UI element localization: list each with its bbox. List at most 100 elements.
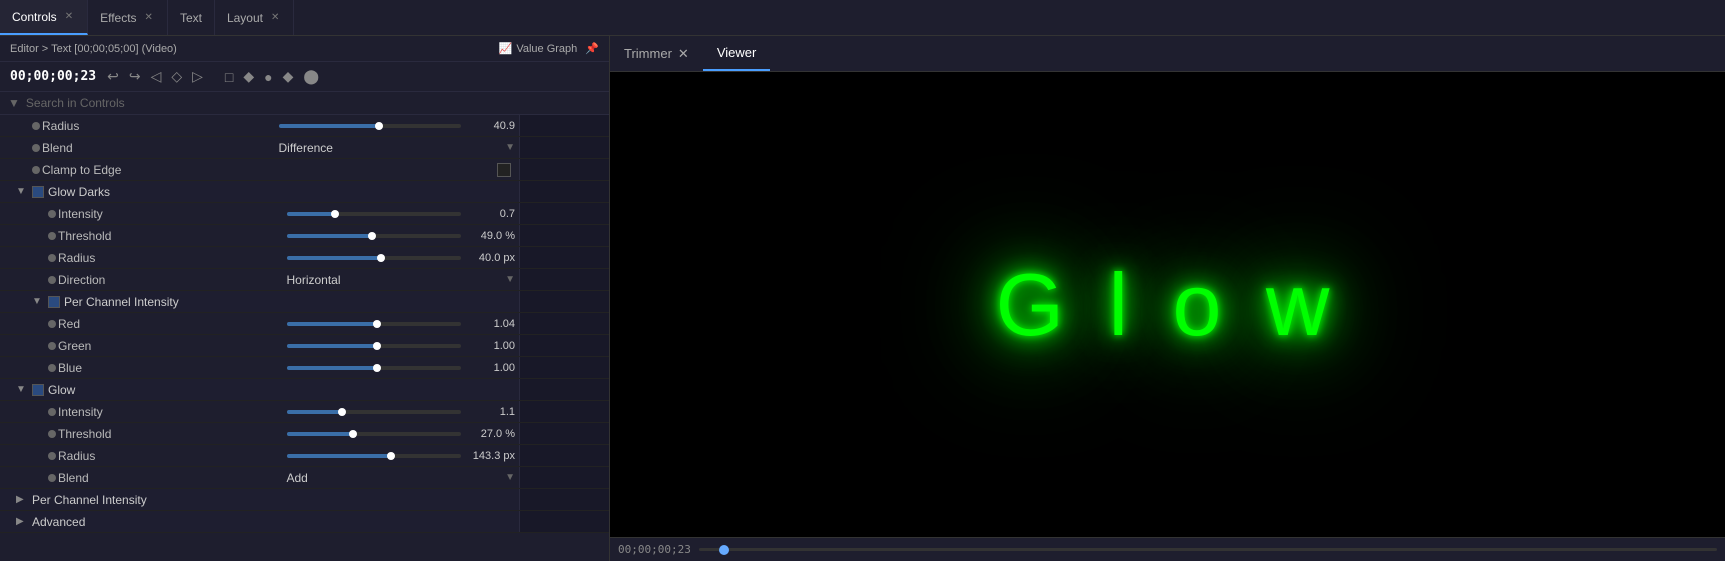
- keyframe-11[interactable]: [48, 364, 56, 372]
- trimmer-tab[interactable]: Trimmer ✕: [610, 36, 703, 71]
- group-toggle-17[interactable]: ▶: [16, 494, 28, 505]
- param-value-13[interactable]: 1.1: [465, 406, 515, 418]
- tab-layout[interactable]: Layout ✕: [215, 0, 294, 35]
- undo-icon[interactable]: ↩: [104, 66, 122, 87]
- next-keyframe-icon[interactable]: ▷: [189, 66, 206, 87]
- slider-container-10: 1.00: [287, 340, 520, 352]
- param-value-5[interactable]: 49.0 %: [465, 230, 515, 242]
- keyframe-9[interactable]: [48, 320, 56, 328]
- tab-effects-close[interactable]: ✕: [143, 10, 155, 25]
- viewer-progress-bar[interactable]: [699, 548, 1717, 551]
- keyframe-0[interactable]: [32, 122, 40, 130]
- group-toggle-18[interactable]: ▶: [16, 516, 28, 527]
- group-toggle-8[interactable]: ▼: [32, 296, 44, 307]
- group-collapsed-17[interactable]: ▶ Per Channel Intensity: [0, 489, 609, 511]
- slider-thumb-14[interactable]: [349, 430, 357, 438]
- keyframe-6[interactable]: [48, 254, 56, 262]
- group-checkbox-3[interactable]: [32, 186, 44, 198]
- group-header-3[interactable]: ▼ Glow Darks: [0, 181, 609, 203]
- diamond3-icon[interactable]: ◆: [280, 66, 297, 87]
- slider-thumb-4[interactable]: [331, 210, 339, 218]
- slider-container-6: 40.0 px: [287, 252, 520, 264]
- slider-track-4[interactable]: [287, 212, 462, 216]
- slider-container-4: 0.7: [287, 208, 520, 220]
- circle-icon[interactable]: ●: [261, 67, 275, 87]
- dropdown-row-7: Direction Horizontal ▼: [0, 269, 609, 291]
- timecode-display[interactable]: 00;00;00;23: [10, 69, 96, 84]
- slider-thumb-13[interactable]: [338, 408, 346, 416]
- slider-track-15[interactable]: [287, 454, 462, 458]
- group-toggle-3[interactable]: ▼: [16, 186, 28, 197]
- param-value-11[interactable]: 1.00: [465, 362, 515, 374]
- circle2-icon[interactable]: ⬤: [300, 66, 322, 87]
- group-toggle-12[interactable]: ▼: [16, 384, 28, 395]
- param-value-14[interactable]: 27.0 %: [465, 428, 515, 440]
- slider-container-9: 1.04: [287, 318, 520, 330]
- diamond2-icon[interactable]: ◆: [240, 66, 257, 87]
- param-value-9[interactable]: 1.04: [465, 318, 515, 330]
- keyframe-13[interactable]: [48, 408, 56, 416]
- dropdown-16[interactable]: Add ▼: [287, 471, 520, 485]
- keyframe-1[interactable]: [32, 144, 40, 152]
- slider-thumb-5[interactable]: [368, 232, 376, 240]
- diamond-icon[interactable]: ◇: [168, 66, 185, 87]
- slider-track-13[interactable]: [287, 410, 462, 414]
- viewer-tab[interactable]: Viewer: [703, 36, 771, 71]
- param-value-4[interactable]: 0.7: [465, 208, 515, 220]
- square-icon[interactable]: □: [222, 67, 236, 87]
- tab-text[interactable]: Text: [168, 0, 215, 35]
- tab-controls[interactable]: Controls ✕: [0, 0, 88, 35]
- param-value-15[interactable]: 143.3 px: [465, 450, 515, 462]
- keyframe-16[interactable]: [48, 474, 56, 482]
- slider-track-6[interactable]: [287, 256, 462, 260]
- param-row-4: Intensity 0.7: [0, 203, 609, 225]
- param-value-10[interactable]: 1.00: [465, 340, 515, 352]
- prev-keyframe-icon[interactable]: ◁: [148, 66, 165, 87]
- param-value-0[interactable]: 40.9: [465, 120, 515, 132]
- trimmer-close-icon[interactable]: ✕: [678, 46, 689, 62]
- group-header-12[interactable]: ▼ Glow: [0, 379, 609, 401]
- checkbox-2[interactable]: [497, 163, 511, 177]
- keyframe-7[interactable]: [48, 276, 56, 284]
- slider-thumb-6[interactable]: [377, 254, 385, 262]
- slider-track-11[interactable]: [287, 366, 462, 370]
- tab-layout-close[interactable]: ✕: [269, 10, 281, 25]
- slider-track-0[interactable]: [279, 124, 462, 128]
- redo-icon[interactable]: ↪: [126, 66, 144, 87]
- group-collapsed-18[interactable]: ▶ Advanced: [0, 511, 609, 533]
- slider-track-14[interactable]: [287, 432, 462, 436]
- slider-thumb-9[interactable]: [373, 320, 381, 328]
- param-value-6[interactable]: 40.0 px: [465, 252, 515, 264]
- keyframe-15[interactable]: [48, 452, 56, 460]
- param-label-13: Intensity: [58, 405, 287, 419]
- search-input[interactable]: [26, 96, 601, 110]
- group-checkbox-8[interactable]: [48, 296, 60, 308]
- viewer-playhead[interactable]: [719, 545, 729, 555]
- group-checkbox-12[interactable]: [32, 384, 44, 396]
- slider-track-9[interactable]: [287, 322, 462, 326]
- tab-effects[interactable]: Effects ✕: [88, 0, 168, 35]
- keyframe-4[interactable]: [48, 210, 56, 218]
- value-graph-icon: 📈: [499, 42, 513, 55]
- dropdown-1[interactable]: Difference ▼: [279, 141, 520, 155]
- dropdown-7[interactable]: Horizontal ▼: [287, 273, 520, 287]
- slider-track-10[interactable]: [287, 344, 462, 348]
- dropdown-value-1: Difference: [279, 141, 333, 155]
- slider-thumb-11[interactable]: [373, 364, 381, 372]
- slider-thumb-10[interactable]: [373, 342, 381, 350]
- keyframe-10[interactable]: [48, 342, 56, 350]
- pin-icon[interactable]: 📌: [585, 42, 599, 55]
- tab-controls-close[interactable]: ✕: [63, 9, 75, 24]
- keyframe-5[interactable]: [48, 232, 56, 240]
- keyframe-2[interactable]: [32, 166, 40, 174]
- dropdown-row-16: Blend Add ▼: [0, 467, 609, 489]
- slider-thumb-15[interactable]: [387, 452, 395, 460]
- slider-thumb-0[interactable]: [375, 122, 383, 130]
- keyframe-14[interactable]: [48, 430, 56, 438]
- dropdown-arrow-16: ▼: [505, 472, 515, 483]
- group-right-12: [520, 379, 609, 400]
- group-label-18: Advanced: [32, 515, 85, 529]
- group-header-8[interactable]: ▼ Per Channel Intensity: [0, 291, 609, 313]
- slider-track-5[interactable]: [287, 234, 462, 238]
- value-graph-button[interactable]: 📈 Value Graph: [499, 42, 578, 55]
